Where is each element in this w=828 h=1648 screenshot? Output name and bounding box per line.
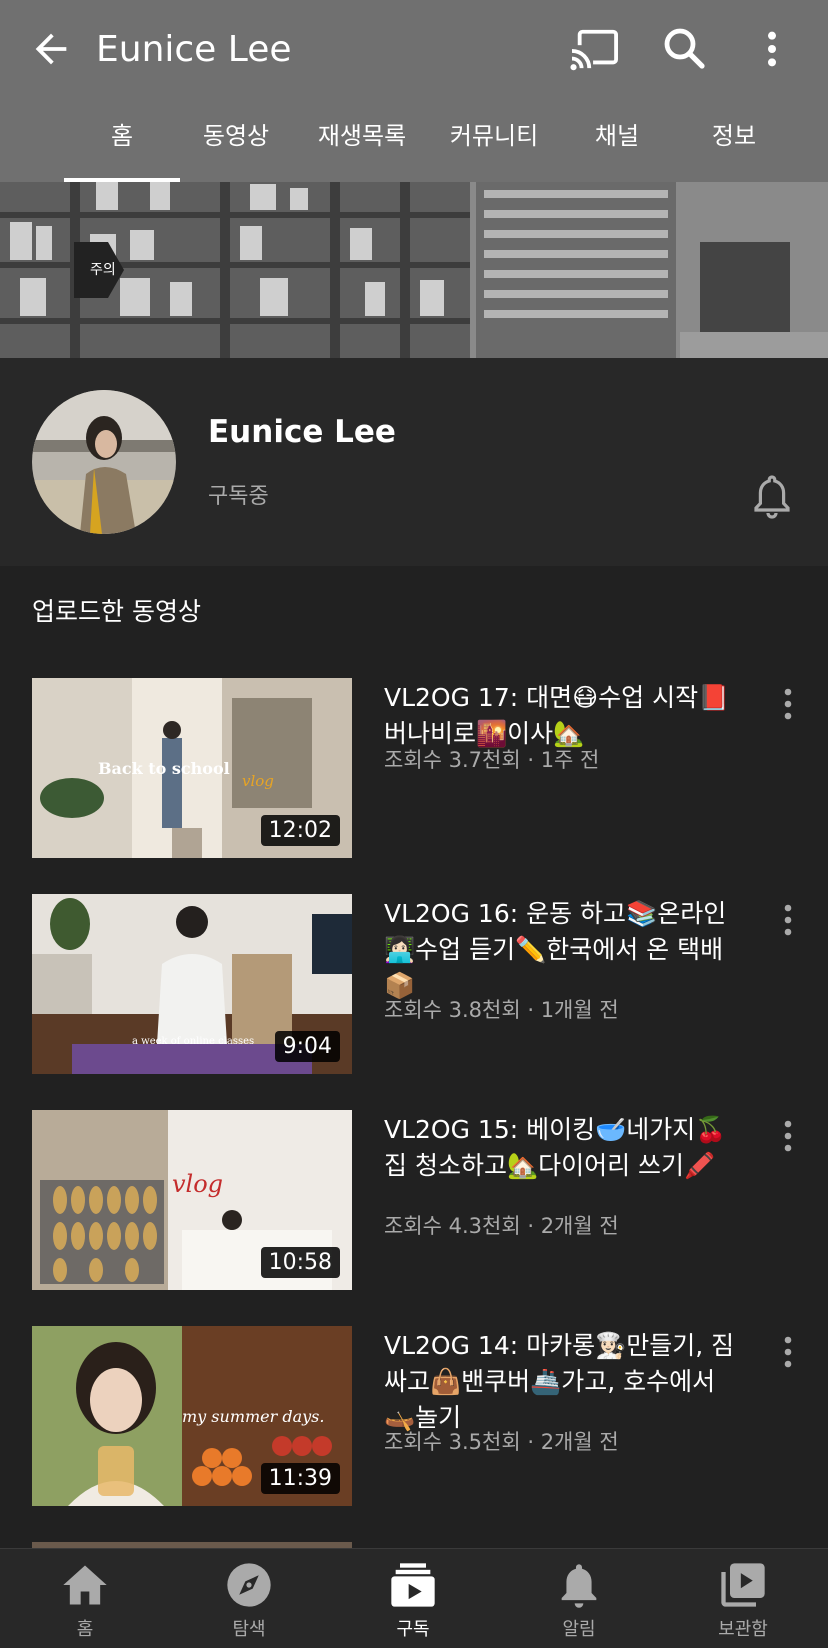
subscription-status[interactable]: 구독중 (208, 478, 269, 510)
tab-videos[interactable]: 동영상 (180, 100, 292, 182)
explore-icon (227, 1563, 271, 1607)
video-duration: 12:02 (260, 815, 340, 846)
tab-label: 홈 (110, 122, 134, 150)
video-duration: 11:39 (260, 1463, 340, 1494)
subscriptions-icon (391, 1563, 435, 1607)
thumbnail-caption: Back to school (98, 759, 230, 778)
tab-label: 채널 (594, 122, 640, 150)
video-title[interactable]: VL2OG 15: 베이킹🥣네가지🍒 집 청소하고🏡다이어리 쓰기🖍️ (384, 1112, 744, 1184)
video-meta: 조회수 3.7천회 · 1주 전 (384, 748, 600, 772)
notification-bell-icon[interactable] (748, 472, 796, 520)
video-title[interactable]: VL2OG 17: 대면😷수업 시작📕 버나비로🌇이사🏡 (384, 680, 744, 752)
video-thumbnail[interactable]: vlog 10:58 (32, 1110, 352, 1290)
video-duration: 9:04 (274, 1031, 340, 1062)
nav-label: 탐색 (232, 1619, 266, 1640)
video-thumbnail[interactable]: a week of online classes 9:04 (32, 894, 352, 1074)
channel-title: Eunice Lee (96, 29, 292, 70)
video-meta: 조회수 4.3천회 · 2개월 전 (384, 1214, 619, 1238)
tab-channels[interactable]: 채널 (570, 100, 664, 182)
more-vert-icon[interactable] (776, 1334, 800, 1370)
arrow-back-icon[interactable] (28, 26, 74, 72)
video-item[interactable]: Back to school vlog 12:02 VL2OG 17: 대면😷수… (0, 678, 828, 878)
tab-label: 커뮤니티 (449, 122, 539, 150)
nav-subscriptions[interactable]: 구독 (330, 1549, 496, 1648)
search-icon[interactable] (660, 24, 708, 72)
svg-text:vlog: vlog (242, 772, 274, 790)
tab-label: 정보 (711, 122, 757, 150)
video-meta: 조회수 3.8천회 · 1개월 전 (384, 998, 619, 1022)
nav-label: 홈 (76, 1619, 94, 1640)
tab-label: 동영상 (202, 122, 270, 150)
more-vert-icon[interactable] (776, 686, 800, 722)
tab-label: 재생목록 (317, 122, 407, 150)
video-title[interactable]: VL2OG 14: 마카롱👩🏻‍🍳만들기, 짐싸고👜밴쿠버🚢가고, 호수에서🛶놀… (384, 1328, 744, 1436)
more-vert-icon[interactable] (752, 26, 792, 72)
channel-name: Eunice Lee (208, 414, 396, 450)
video-duration: 10:58 (260, 1247, 340, 1278)
video-item[interactable]: vlog 10:58 VL2OG 15: 베이킹🥣네가지🍒 집 청소하고🏡다이어… (0, 1110, 828, 1310)
more-vert-icon[interactable] (776, 1118, 800, 1154)
app-bar: Eunice Lee (0, 0, 828, 100)
video-title[interactable]: VL2OG 16: 운동 하고📚온라인👩🏻‍💻수업 듣기✏️한국에서 온 택배📦 (384, 896, 744, 1004)
video-thumbnail[interactable]: Back to school vlog 12:02 (32, 678, 352, 858)
video-meta: 조회수 3.5천회 · 2개월 전 (384, 1430, 619, 1454)
channel-banner: 주의 (0, 182, 828, 358)
nav-label: 구독 (396, 1619, 430, 1640)
channel-tabs: 홈 동영상 재생목록 커뮤니티 채널 정보 (0, 100, 828, 182)
avatar[interactable] (32, 390, 176, 534)
cast-icon[interactable] (570, 26, 620, 72)
nav-label: 알림 (562, 1619, 596, 1640)
notifications-icon (561, 1564, 597, 1608)
tab-playlists[interactable]: 재생목록 (300, 100, 424, 182)
nav-explore[interactable]: 탐색 (166, 1549, 332, 1648)
home-icon (63, 1565, 107, 1605)
thumbnail-caption: my summer days. (182, 1407, 324, 1426)
svg-text:주의: 주의 (90, 262, 116, 278)
tab-about[interactable]: 정보 (684, 100, 784, 182)
channel-header: Eunice Lee 구독중 (0, 358, 828, 566)
nav-library[interactable]: 보관함 (660, 1549, 826, 1648)
video-thumbnail[interactable]: my summer days. 11:39 (32, 1326, 352, 1506)
tab-home[interactable]: 홈 (64, 100, 180, 182)
nav-home[interactable]: 홈 (2, 1549, 168, 1648)
video-item[interactable]: my summer days. 11:39 VL2OG 14: 마카롱👩🏻‍🍳만… (0, 1326, 828, 1526)
section-title: 업로드한 동영상 (32, 597, 201, 626)
more-vert-icon[interactable] (776, 902, 800, 938)
video-item[interactable]: a week of online classes 9:04 VL2OG 16: … (0, 894, 828, 1094)
library-icon (721, 1563, 765, 1607)
nav-label: 보관함 (718, 1619, 768, 1640)
thumbnail-caption: a week of online classes (132, 1036, 254, 1047)
nav-notifications[interactable]: 알림 (496, 1549, 662, 1648)
tab-community[interactable]: 커뮤니티 (428, 100, 560, 182)
bottom-navigation: 홈 탐색 구독 알림 보관함 (0, 1548, 828, 1648)
thumbnail-caption: vlog (172, 1170, 223, 1198)
